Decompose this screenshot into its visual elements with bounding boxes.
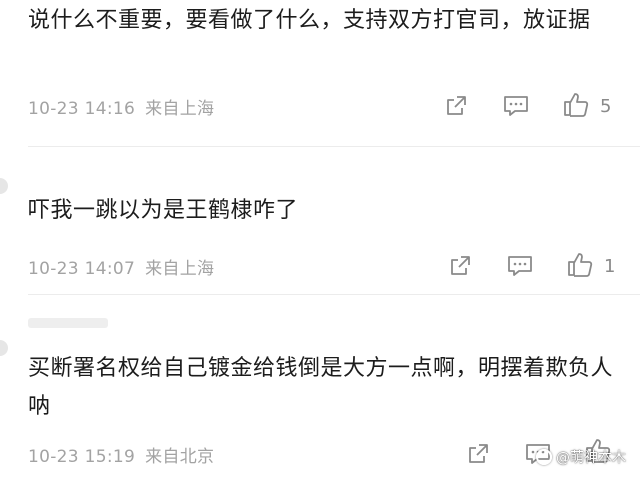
comment-text: 说什么不重要，要看做了什么，支持双方打官司，放证据 — [28, 8, 591, 33]
share-icon — [447, 96, 466, 115]
comment-time: 10-23 15:19 — [28, 447, 136, 467]
reply-button[interactable] — [506, 252, 534, 280]
comment-text: 买断署名权给自己镀金给钱倒是大方一点啊，明摆着欺负人呐 — [28, 356, 614, 419]
comment-meta: 10-23 15:19 来自北京 — [28, 442, 224, 467]
comment-icon — [504, 96, 528, 116]
thumbs-up-icon — [568, 253, 593, 277]
comment-meta: 10-23 14:07 来自上海 — [28, 254, 224, 279]
comment-time: 10-23 14:16 — [28, 99, 136, 119]
comment-icon — [508, 256, 532, 276]
share-button[interactable] — [442, 92, 470, 120]
watermark-text: @萌神本木 — [556, 450, 626, 466]
like-count: 5 — [600, 96, 612, 117]
divider — [28, 294, 640, 295]
like-button[interactable] — [562, 90, 590, 118]
comment-location: 来自上海 — [145, 99, 215, 119]
watermark: @萌神本木 — [536, 447, 626, 467]
divider — [28, 146, 640, 147]
reply-button[interactable] — [502, 92, 530, 120]
thumbs-up-icon — [564, 93, 589, 117]
share-icon — [469, 444, 488, 463]
comment-meta: 10-23 14:16 来自上海 — [28, 94, 224, 119]
like-count: 1 — [604, 256, 616, 277]
share-icon — [451, 256, 470, 275]
comment-time: 10-23 14:07 — [28, 259, 136, 279]
comment-item: 说什么不重要，要看做了什么，支持双方打官司，放证据 10-23 14:16 来自上… — [0, 0, 640, 140]
comment-list: 说什么不重要，要看做了什么，支持双方打官司，放证据 10-23 14:16 来自上… — [0, 0, 640, 481]
comment-item: 吓我一跳以为是王鹤棣咋了 10-23 14:07 来自上海 1 — [0, 150, 640, 290]
comment-text: 吓我一跳以为是王鹤棣咋了 — [28, 198, 299, 223]
like-button[interactable] — [566, 250, 594, 278]
share-button[interactable] — [464, 440, 492, 468]
share-button[interactable] — [446, 252, 474, 280]
comment-location: 来自北京 — [145, 447, 215, 467]
watermark-logo-icon — [536, 449, 552, 465]
comment-location: 来自上海 — [145, 259, 215, 279]
